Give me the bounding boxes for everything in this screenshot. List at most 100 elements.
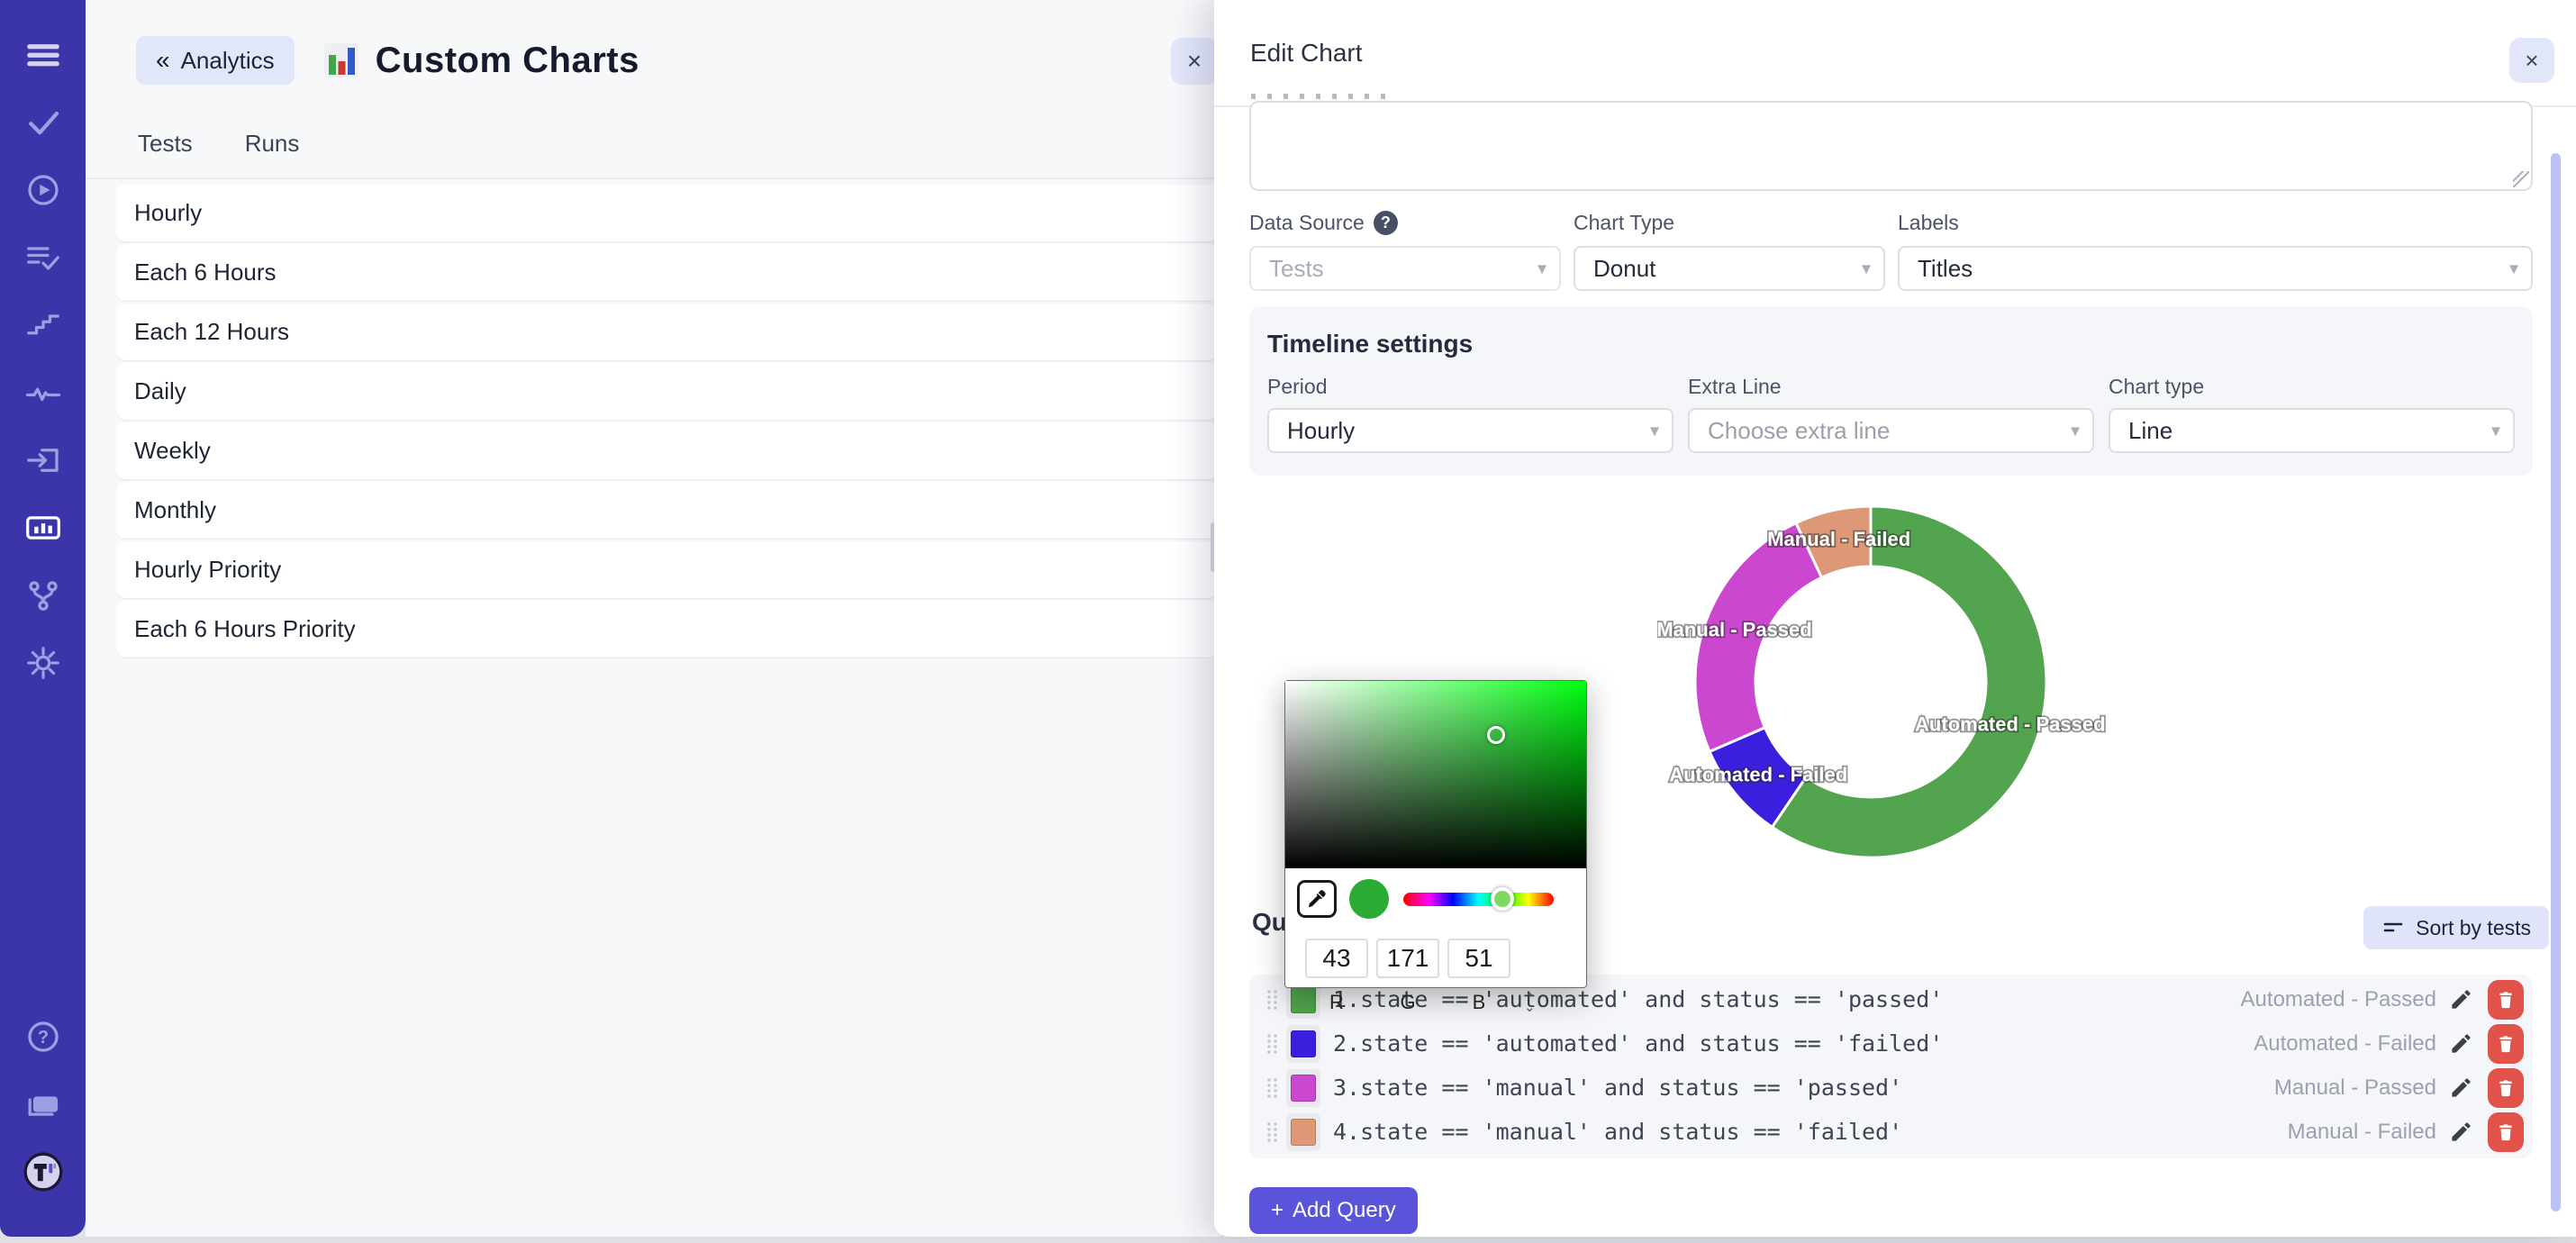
eyedropper-button[interactable] [1297, 880, 1337, 918]
period-select[interactable]: Hourly ▾ [1267, 408, 1673, 453]
extra-line-select[interactable]: Choose extra line ▾ [1688, 408, 2094, 453]
sidebar-item-sign-in[interactable] [23, 440, 64, 481]
drag-handle-icon [1265, 1077, 1279, 1099]
query-title: Automated - Passed [2241, 987, 2436, 1012]
query-drag-handle[interactable] [1265, 989, 1279, 1011]
trash-icon [2496, 1077, 2516, 1099]
query-title: Manual - Failed [2288, 1120, 2436, 1145]
sidebar-item-pulse[interactable] [23, 372, 64, 413]
chart-list-item[interactable]: Monthly [116, 482, 1218, 539]
bar-chart-emoji-icon [322, 41, 361, 80]
red-input[interactable] [1305, 939, 1368, 978]
clipped-field-label [1251, 94, 1386, 99]
tab-tests[interactable]: Tests [138, 130, 193, 177]
sort-by-tests-button[interactable]: Sort by tests [2363, 906, 2549, 949]
edit-query-button[interactable] [2449, 1075, 2473, 1100]
chevron-down-icon: ▾ [2509, 258, 2518, 280]
help-icon[interactable]: ? [1374, 211, 1398, 235]
trash-icon [2496, 1121, 2516, 1143]
query-drag-handle[interactable] [1265, 1121, 1279, 1143]
sidebar-item-menu[interactable] [23, 34, 64, 76]
sign-in-icon [25, 442, 61, 478]
chart-list-item[interactable]: Daily [116, 363, 1218, 420]
timeline-chart-type-select[interactable]: Line ▾ [2109, 408, 2515, 453]
delete-query-button[interactable] [2488, 1068, 2524, 1108]
query-drag-handle[interactable] [1265, 1033, 1279, 1055]
sidebar-item-docs[interactable] [23, 1084, 64, 1125]
edit-chart-header: Edit Chart [1214, 0, 2576, 107]
sidebar-item-help[interactable]: ? [23, 1016, 64, 1057]
query-color-button[interactable] [1286, 1069, 1320, 1107]
green-input[interactable] [1376, 939, 1439, 978]
sidebar-item-runs[interactable] [23, 169, 64, 211]
tab-runs[interactable]: Runs [245, 130, 300, 177]
query-row: 4.state == 'manual' and status == 'faile… [1265, 1110, 2526, 1154]
timeline-settings-heading: Timeline settings [1267, 330, 2515, 358]
query-title: Automated - Failed [2254, 1031, 2436, 1057]
plus-icon: + [1271, 1198, 1283, 1223]
chart-list: HourlyEach 6 HoursEach 12 HoursDailyWeek… [86, 179, 1221, 658]
mode-toggle[interactable]: ⌃ ⌄ [1519, 939, 1536, 1014]
hue-slider-thumb[interactable] [1491, 887, 1514, 911]
drag-handle-icon [1265, 1033, 1279, 1055]
chevron-down-icon: ▾ [1650, 420, 1659, 442]
delete-query-button[interactable] [2488, 1024, 2524, 1064]
edit-query-button[interactable] [2449, 1120, 2473, 1144]
sidebar-item-branches[interactable] [23, 575, 64, 616]
page-bottom-strip [0, 1236, 2576, 1243]
current-color-swatch[interactable] [1349, 879, 1389, 919]
edit-query-button[interactable] [2449, 987, 2473, 1012]
chevron-down-icon: ▾ [1862, 258, 1871, 280]
chart-list-item[interactable]: Hourly Priority [116, 541, 1218, 598]
edit-chart-panel: Edit Chart × Data Source ? Tests ▾ Chart… [1214, 0, 2576, 1237]
query-expression: 3.state == 'manual' and status == 'passe… [1333, 1075, 1902, 1101]
custom-charts-header: « Analytics Custom Charts [86, 0, 1221, 85]
description-textarea[interactable] [1249, 101, 2533, 191]
delete-query-button[interactable] [2488, 1112, 2524, 1152]
edit-query-button[interactable] [2449, 1031, 2473, 1056]
query-title: Manual - Passed [2274, 1075, 2436, 1101]
sidebar-item-analytics[interactable] [23, 507, 64, 549]
charts-tabs: Tests Runs [86, 130, 1221, 177]
drag-handle-icon [1265, 1121, 1279, 1143]
donut-chart: Automated - PassedAutomated - FailedManu… [1657, 491, 2108, 880]
branches-icon [25, 577, 61, 613]
add-query-button[interactable]: + Add Query [1249, 1187, 1418, 1234]
chart-type-select[interactable]: Donut ▾ [1574, 246, 1885, 291]
data-source-select[interactable]: Tests ▾ [1249, 246, 1561, 291]
query-color-button[interactable] [1286, 1113, 1320, 1151]
runs-icon [25, 172, 61, 208]
query-color-swatch [1291, 1075, 1316, 1102]
close-charts-panel-button[interactable]: × [1171, 38, 1218, 85]
blue-input[interactable] [1447, 939, 1510, 978]
red-label: R [1305, 991, 1368, 1014]
edit-pencil-icon [2449, 987, 2473, 1012]
trash-icon [2496, 989, 2516, 1011]
sidebar-item-logo[interactable] [23, 1151, 64, 1193]
delete-query-button[interactable] [2488, 980, 2524, 1020]
edit-pencil-icon [2449, 1075, 2473, 1100]
chart-list-item[interactable]: Each 12 Hours [116, 304, 1218, 360]
labels-select[interactable]: Titles ▾ [1898, 246, 2533, 291]
chart-list-item[interactable]: Hourly [116, 185, 1218, 241]
sidebar-item-steps[interactable] [23, 304, 64, 346]
back-to-analytics-button[interactable]: « Analytics [136, 36, 295, 85]
drag-handle-icon [1265, 989, 1279, 1011]
panel-scrollbar[interactable] [2551, 153, 2561, 1211]
saturation-cursor[interactable] [1487, 726, 1505, 744]
sidebar-item-test-plans[interactable] [23, 237, 64, 278]
close-edit-panel-button[interactable]: × [2509, 38, 2554, 83]
chart-list-item[interactable]: Each 6 Hours Priority [116, 601, 1218, 658]
saturation-area[interactable] [1285, 681, 1586, 868]
sidebar-item-tests[interactable] [23, 102, 64, 143]
donut-slice-label: Manual - Passed [1657, 619, 1812, 641]
query-drag-handle[interactable] [1265, 1077, 1279, 1099]
sidebar-item-settings[interactable] [23, 642, 64, 684]
query-color-button[interactable] [1286, 1025, 1320, 1063]
eyedropper-icon [1305, 887, 1329, 911]
sort-icon [2381, 916, 2405, 939]
chart-list-item[interactable]: Weekly [116, 422, 1218, 479]
hue-slider[interactable] [1403, 893, 1554, 906]
chart-list-item[interactable]: Each 6 Hours [116, 244, 1218, 301]
steps-icon [25, 307, 61, 343]
